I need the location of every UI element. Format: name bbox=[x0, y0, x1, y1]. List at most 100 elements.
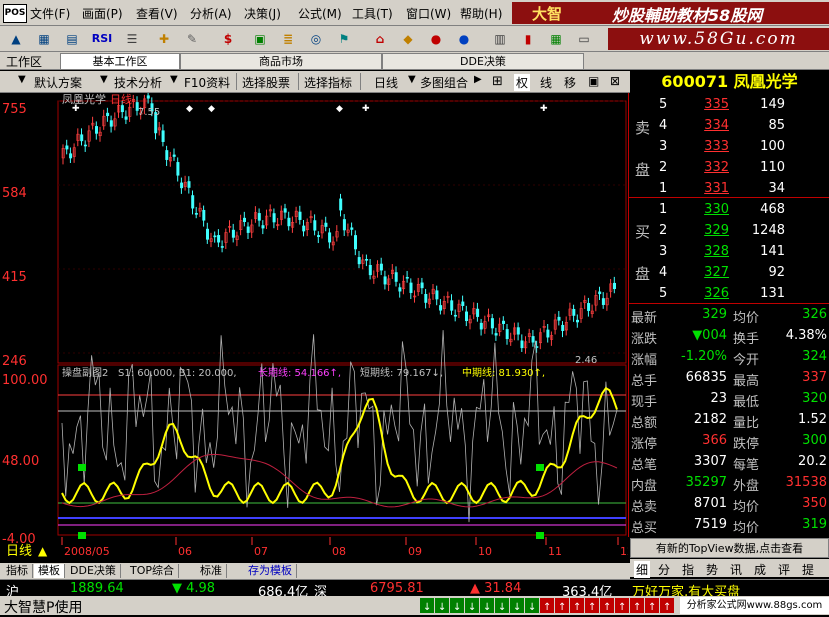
dropdown-arrow-icon[interactable]: ▼ bbox=[18, 74, 26, 85]
tab-index[interactable]: 指 bbox=[682, 561, 694, 578]
flag-icon[interactable]: ⚑ bbox=[334, 29, 354, 49]
close-icon[interactable]: ⊠ bbox=[610, 74, 620, 88]
quote-label: 总额 bbox=[631, 416, 658, 431]
tab-save-template[interactable]: 存为模板 bbox=[244, 564, 297, 578]
candle-body bbox=[612, 282, 616, 290]
tab-dde-decision[interactable]: DDE决策 bbox=[382, 53, 584, 70]
menu-screen[interactable]: 画面(P) bbox=[82, 5, 123, 22]
tab-standard[interactable]: 标准 bbox=[196, 564, 227, 578]
sell-row[interactable]: 2 332 110 bbox=[629, 158, 829, 179]
buy-row[interactable]: 3 328 141 bbox=[629, 242, 829, 263]
sell-row[interactable]: 4 334 85 bbox=[629, 116, 829, 137]
tab-basic-workspace[interactable]: 基本工作区 bbox=[60, 53, 180, 70]
crosshair-icon[interactable]: ✚ bbox=[154, 29, 174, 49]
candle-body bbox=[213, 235, 217, 238]
multi-chart-button[interactable]: 多图组合 bbox=[420, 74, 470, 91]
sh-change: ▼ 4.98 bbox=[172, 581, 216, 596]
stack-icon[interactable]: ≣ bbox=[278, 29, 298, 49]
table-icon[interactable]: ▦ bbox=[546, 29, 566, 49]
scheme-select[interactable]: 默认方案 bbox=[34, 74, 82, 91]
period-button[interactable]: 日线 bbox=[374, 74, 398, 91]
quote-value: 8701 bbox=[693, 496, 727, 511]
quote-value: 35297 bbox=[685, 475, 727, 490]
window-icon[interactable]: ▭ bbox=[574, 29, 594, 49]
window-icon[interactable]: ▣ bbox=[588, 74, 599, 88]
y-label-755: 755 bbox=[2, 102, 27, 117]
volume: 100 bbox=[760, 139, 785, 154]
breadth-arrow-icon: ↓ bbox=[453, 602, 461, 613]
menu-analysis[interactable]: 分析(A) bbox=[190, 5, 232, 22]
tab-news[interactable]: 讯 bbox=[730, 561, 742, 578]
pencil-icon[interactable]: ✎ bbox=[182, 29, 202, 49]
list-icon[interactable]: ☰ bbox=[122, 29, 142, 49]
grid-icon[interactable]: ▤ bbox=[62, 29, 82, 49]
tab-template[interactable]: 模板 bbox=[34, 564, 65, 578]
price-chart[interactable]: ✚ ◆ ◆ ◆ ✚ ✚ 凤凰光学 日线 7.55 2.46 755 584 415 246… bbox=[0, 93, 628, 563]
buy-row[interactable]: 4 327 92 bbox=[629, 263, 829, 284]
quote-row: 总卖 8701 均价 350 bbox=[629, 494, 829, 515]
candle-body bbox=[246, 226, 250, 233]
breadth-arrow-icon: ↓ bbox=[528, 602, 536, 613]
rsi-icon[interactable]: RSI bbox=[90, 29, 114, 49]
sell-row[interactable]: 3 333 100 bbox=[629, 137, 829, 158]
tab-dde[interactable]: DDE决策 bbox=[66, 564, 121, 578]
candle-body bbox=[272, 213, 276, 223]
dropdown-arrow-icon[interactable]: ▼ bbox=[408, 74, 416, 85]
dropdown-arrow-icon[interactable]: ▼ bbox=[170, 74, 178, 85]
candle-body bbox=[187, 181, 191, 188]
tab-deal[interactable]: 成 bbox=[754, 561, 766, 578]
book-icon[interactable]: ▮ bbox=[518, 29, 538, 49]
toolbar: ▲ ▦ ▤ RSI ☰ ✚ ✎ $ ▣ ≣ ◎ ⚑ ⌂ ◆ ● ● ▥ ▮ ▦ … bbox=[0, 26, 829, 52]
candle-body bbox=[353, 235, 357, 250]
binoculars-icon[interactable]: ◎ bbox=[306, 29, 326, 49]
rights-button[interactable]: 权 bbox=[514, 74, 531, 91]
menu-help[interactable]: 帮助(H) bbox=[460, 5, 502, 22]
menu-decision[interactable]: 决策(J) bbox=[244, 5, 281, 22]
tab-minute[interactable]: 分 bbox=[658, 561, 670, 578]
disk-icon[interactable]: ● bbox=[454, 29, 474, 49]
level: 1 bbox=[659, 181, 668, 196]
quote-label: 均价 bbox=[733, 521, 760, 536]
menu-file[interactable]: 文件(F) bbox=[30, 5, 70, 22]
tab-detail[interactable]: 细 bbox=[634, 561, 651, 578]
pill-icon[interactable]: ● bbox=[426, 29, 446, 49]
topview-link[interactable]: 有新的TopView数据,点击查看 bbox=[630, 538, 829, 558]
home-icon[interactable]: ⌂ bbox=[370, 29, 390, 49]
candle-body bbox=[69, 153, 73, 159]
menu-tools[interactable]: 工具(T) bbox=[352, 5, 393, 22]
diamond-icon[interactable]: ◆ bbox=[398, 29, 418, 49]
quote-row: 总笔 3307 每笔 20.2 bbox=[629, 452, 829, 473]
buy-row[interactable]: 2 329 1248 bbox=[629, 221, 829, 242]
tab-review[interactable]: 评 bbox=[778, 561, 790, 578]
price: 329 bbox=[704, 223, 729, 238]
tab-alert[interactable]: 提 bbox=[802, 561, 814, 578]
quote-label: 换手 bbox=[733, 332, 760, 347]
menu-view[interactable]: 查看(V) bbox=[136, 5, 178, 22]
select-stock-button[interactable]: 选择股票 bbox=[242, 74, 290, 91]
tab-indicator[interactable]: 指标 bbox=[2, 564, 33, 578]
sh-index: 1889.64 bbox=[70, 581, 124, 596]
move-button[interactable]: 移 bbox=[564, 74, 576, 91]
tab-commodity-market[interactable]: 商品市场 bbox=[180, 53, 382, 70]
buy-row[interactable]: 5 326 131 bbox=[629, 284, 829, 305]
line-button[interactable]: 线 bbox=[540, 74, 552, 91]
display-icon[interactable]: ▣ bbox=[250, 29, 270, 49]
quote-label: 最高 bbox=[733, 374, 760, 389]
menu-window[interactable]: 窗口(W) bbox=[406, 5, 451, 22]
tab-trend[interactable]: 势 bbox=[706, 561, 718, 578]
dollar-icon[interactable]: $ bbox=[218, 29, 238, 49]
tab-top-composite[interactable]: TOP综合 bbox=[126, 564, 180, 578]
play-icon[interactable]: ▶ bbox=[474, 74, 482, 85]
f10-button[interactable]: F10资料 bbox=[184, 74, 230, 91]
chart-icon[interactable]: ▦ bbox=[34, 29, 54, 49]
tech-analysis-button[interactable]: 技术分析 bbox=[114, 74, 162, 91]
menu-formula[interactable]: 公式(M) bbox=[298, 5, 342, 22]
plus-icon[interactable]: ⊞ bbox=[492, 74, 503, 89]
select-indicator-button[interactable]: 选择指标 bbox=[304, 74, 352, 91]
quote-panel: 卖 盘 5 335 149 4 334 85 3 333 100 2 332 110 1 331 34 买 … bbox=[628, 93, 829, 537]
buy-row[interactable]: 1 330 468 bbox=[629, 200, 829, 221]
dropdown-arrow-icon[interactable]: ▼ bbox=[100, 74, 108, 85]
calculator-icon[interactable]: ▥ bbox=[490, 29, 510, 49]
sell-row[interactable]: 5 335 149 bbox=[629, 95, 829, 116]
up-icon[interactable]: ▲ bbox=[6, 29, 26, 49]
